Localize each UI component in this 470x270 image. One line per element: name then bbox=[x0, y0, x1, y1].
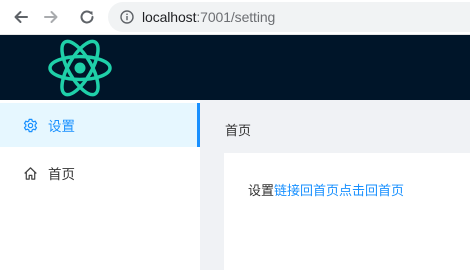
sidebar-item-settings[interactable]: 设置 bbox=[0, 103, 200, 147]
sidebar-item-home[interactable]: 首页 bbox=[0, 151, 200, 195]
sidebar-item-label: 设置 bbox=[48, 119, 75, 135]
reload-button[interactable] bbox=[75, 5, 99, 29]
sidebar-item-label: 首页 bbox=[48, 167, 75, 183]
back-button[interactable] bbox=[9, 5, 33, 29]
back-arrow-icon bbox=[14, 11, 28, 23]
url-host: localhost bbox=[142, 9, 197, 25]
app-header bbox=[0, 35, 470, 100]
content-card: 设置链接回首页点击回首页 bbox=[224, 153, 470, 270]
home-icon bbox=[23, 166, 38, 181]
button-back-home[interactable]: 点击回首页 bbox=[339, 184, 404, 199]
link-back-home[interactable]: 链接回首页 bbox=[274, 184, 339, 199]
reload-icon bbox=[80, 10, 94, 24]
content-prefix: 设置 bbox=[248, 184, 275, 199]
info-icon[interactable] bbox=[120, 10, 134, 24]
main-content: 首页 设置链接回首页点击回首页 bbox=[200, 100, 470, 270]
url-path: :7001/setting bbox=[196, 9, 276, 25]
browser-toolbar: localhost:7001/setting bbox=[0, 0, 470, 35]
react-logo-icon[interactable] bbox=[46, 37, 114, 99]
content-text: 设置链接回首页点击回首页 bbox=[248, 180, 404, 199]
address-bar[interactable]: localhost:7001/setting bbox=[108, 2, 470, 32]
gear-icon bbox=[23, 118, 38, 133]
forward-button[interactable] bbox=[39, 5, 63, 29]
url-text: localhost:7001/setting bbox=[142, 9, 275, 25]
breadcrumb[interactable]: 首页 bbox=[225, 120, 251, 139]
sidebar: 设置 首页 bbox=[0, 100, 200, 270]
forward-arrow-icon bbox=[44, 11, 58, 23]
